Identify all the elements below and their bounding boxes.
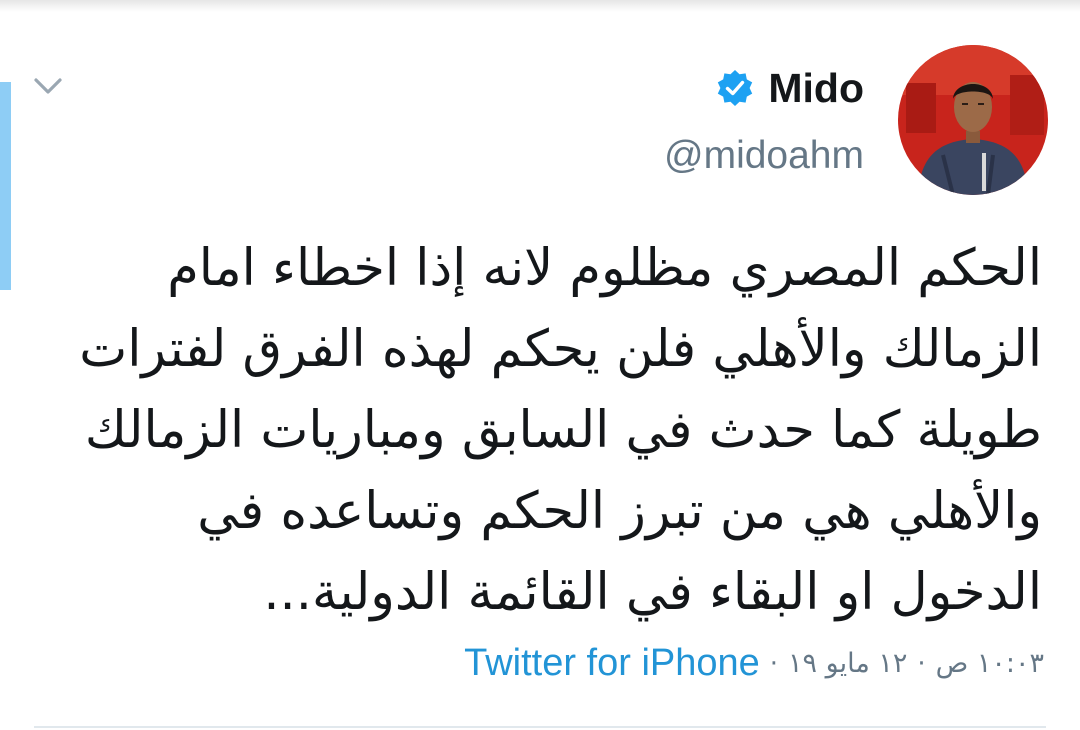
avatar-photo bbox=[898, 45, 1048, 195]
meta-separator: · bbox=[769, 648, 779, 679]
tweet-text-line: والأهلي هي من تبرز الحكم وتساعده في bbox=[197, 482, 1042, 541]
avatar[interactable] bbox=[898, 45, 1048, 195]
tweet-text-line: الزمالك والأهلي فلن يحكم لهذه الفرق لفتر… bbox=[79, 320, 1042, 379]
tweet-source-link[interactable]: Twitter for iPhone bbox=[464, 642, 760, 685]
tweet-time: ١٠:٠٣ ص bbox=[935, 648, 1044, 679]
tweet-detail-screen: Mido @midoahm الحكم المصري مظلوم لانه إذ… bbox=[0, 0, 1080, 730]
tweet-metadata: Twitter for iPhone · ١٢ مايو ١٩ · ١٠:٠٣ … bbox=[464, 642, 1044, 685]
tweet-date: ١٢ مايو ١٩ bbox=[788, 648, 908, 679]
top-shadow bbox=[0, 0, 1080, 12]
verified-badge-icon bbox=[718, 70, 753, 106]
tweet-text-line: الدخول او البقاء في القائمة الدولية... bbox=[263, 563, 1042, 622]
meta-separator: · bbox=[917, 648, 926, 679]
tweet-text-line: الحكم المصري مظلوم لانه إذا اخطاء امام bbox=[167, 239, 1042, 298]
tweet-text-line: طويلة كما حدث في السابق ومباريات الزمالك bbox=[84, 401, 1042, 460]
author-handle[interactable]: @midoahm bbox=[664, 134, 864, 178]
thread-accent-bar bbox=[0, 82, 11, 290]
author-display-name: Mido bbox=[768, 64, 864, 111]
chevron-down-icon[interactable] bbox=[32, 70, 64, 102]
divider bbox=[34, 726, 1046, 728]
author-name-row[interactable]: Mido bbox=[716, 62, 864, 114]
tweet-text: الحكم المصري مظلوم لانه إذا اخطاء امام ا… bbox=[70, 228, 1042, 633]
